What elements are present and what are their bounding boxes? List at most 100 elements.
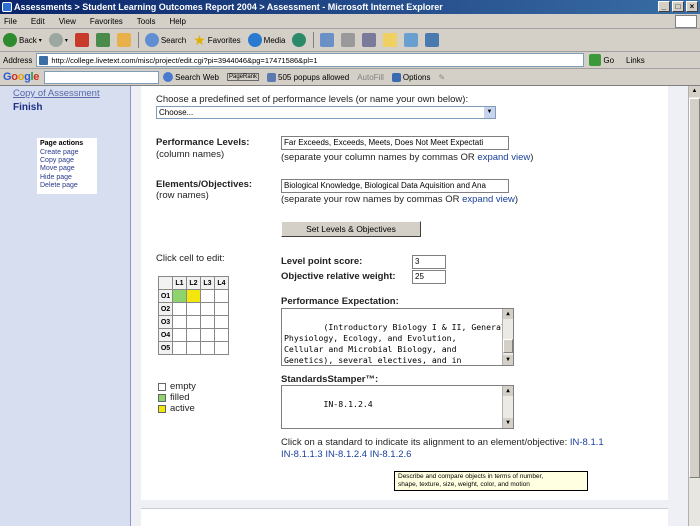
scroll-down-icon[interactable]: ▼ [503, 355, 513, 365]
performance-expectation-textarea[interactable]: (Introductory Biology I & II, General Ph… [281, 308, 514, 366]
filled-swatch [158, 393, 166, 402]
grid-cell[interactable] [214, 341, 229, 355]
standard-link[interactable]: IN-8.1.2.4 [325, 449, 367, 460]
grid-cell[interactable] [200, 328, 215, 342]
move-page-link[interactable]: Move page [40, 165, 94, 173]
finish-link[interactable]: Finish [13, 102, 42, 113]
back-button[interactable]: Back ▾ [3, 33, 42, 47]
scroll-up-icon[interactable]: ▲ [503, 386, 513, 396]
options-icon [391, 72, 401, 82]
google-search-input[interactable] [44, 70, 160, 84]
page-actions-box: Page actions Create page Copy page Move … [37, 138, 97, 194]
scroll-up-icon[interactable]: ▲ [503, 309, 513, 319]
messenger-icon[interactable] [404, 33, 419, 47]
expand-view-link[interactable]: expand view [477, 152, 530, 163]
expand-view-link[interactable]: expand view [462, 194, 515, 205]
grid-cell[interactable] [172, 328, 187, 342]
objective-weight-input[interactable]: 25 [412, 270, 446, 284]
scroll-down-icon[interactable]: ▼ [503, 418, 513, 428]
grid-cell[interactable] [200, 341, 215, 355]
hide-page-link[interactable]: Hide page [40, 174, 94, 182]
menu-favorites[interactable]: Favorites [90, 17, 123, 26]
scroll-thumb[interactable] [689, 98, 700, 478]
scroll-up-icon[interactable]: ▲ [689, 86, 700, 97]
search-button[interactable]: Search [144, 33, 186, 47]
performance-levels-input[interactable]: Far Exceeds, Exceeds, Meets, Does Not Me… [281, 136, 509, 150]
elements-objectives-help: (separate your row names by commas OR ex… [281, 194, 519, 205]
minimize-button[interactable]: _ [658, 1, 670, 12]
popup-blocker-button[interactable]: 505 popups allowed [267, 72, 349, 82]
pagerank-button[interactable]: PageRank [227, 73, 260, 81]
grid-cell-active[interactable] [186, 289, 201, 303]
copy-assessment-link[interactable]: Copy of Assessment [13, 88, 100, 99]
address-input[interactable]: http://college.livetext.com/misc/project… [36, 53, 585, 67]
delete-page-link[interactable]: Delete page [40, 182, 94, 190]
grid-cell[interactable] [200, 302, 215, 316]
pencil-icon[interactable]: ✎ [438, 73, 445, 82]
menu-edit[interactable]: Edit [31, 17, 45, 26]
media-button[interactable]: Media [247, 33, 285, 47]
scroll-thumb[interactable] [503, 339, 513, 353]
set-levels-objectives-button[interactable]: Set Levels & Objectives [281, 221, 421, 237]
search-icon [163, 72, 174, 82]
menu-help[interactable]: Help [169, 17, 185, 26]
grid-cell[interactable] [186, 341, 201, 355]
grid-cell[interactable] [186, 302, 201, 316]
active-swatch [158, 404, 166, 413]
textarea-scrollbar[interactable]: ▲ ▼ [502, 309, 513, 365]
folder-icon[interactable] [383, 33, 398, 47]
print-icon[interactable] [341, 33, 356, 47]
standard-link[interactable]: IN-8.1.1 [570, 437, 604, 448]
google-search-web-button[interactable]: Search Web [163, 72, 219, 82]
standards-stamper-textarea[interactable]: IN-8.1.2.4 ▲ ▼ [281, 385, 514, 429]
level-point-score-input[interactable]: 3 [412, 255, 446, 269]
grid-cell[interactable] [172, 341, 187, 355]
grid-cell[interactable] [172, 315, 187, 329]
options-button[interactable]: Options [391, 72, 430, 82]
menu-tools[interactable]: Tools [137, 17, 156, 26]
standard-link[interactable]: IN-8.1.2.6 [370, 449, 412, 460]
history-icon[interactable] [292, 33, 307, 47]
go-button[interactable]: Go [589, 54, 614, 66]
tools-icon[interactable] [425, 33, 440, 47]
grid-cell[interactable] [214, 328, 229, 342]
grid-cell[interactable] [186, 328, 201, 342]
favorites-label: Favorites [207, 35, 241, 45]
copy-page-link[interactable]: Copy page [40, 157, 94, 165]
forward-button[interactable]: ▾ [48, 33, 68, 47]
mail-icon[interactable] [320, 33, 335, 47]
refresh-icon[interactable] [95, 33, 110, 47]
grid-cell[interactable] [200, 289, 215, 303]
google-logo[interactable]: Google [3, 71, 39, 83]
rubric-editor-panel: Choose a predefined set of performance l… [141, 86, 668, 500]
grid-cell[interactable] [200, 315, 215, 329]
standards-stamper-text: IN-8.1.2.4 [323, 399, 373, 409]
grid-cell[interactable] [214, 315, 229, 329]
stop-icon[interactable] [74, 33, 89, 47]
grid-cell-filled[interactable] [172, 289, 187, 303]
page-icon [39, 55, 49, 65]
chevron-down-icon: ▼ [484, 107, 495, 118]
favorites-button[interactable]: ★ Favorites [193, 32, 240, 49]
grid-cell[interactable] [172, 302, 187, 316]
maximize-button[interactable]: □ [672, 1, 684, 12]
window-title: Assessments > Student Learning Outcomes … [14, 2, 443, 12]
performance-levels-label: Performance Levels: [156, 137, 250, 148]
menu-view[interactable]: View [59, 17, 76, 26]
menu-file[interactable]: File [4, 17, 17, 26]
autofill-button[interactable]: AutoFill [357, 73, 384, 82]
home-icon[interactable] [116, 33, 131, 47]
levels-preset-select[interactable]: Choose... ▼ [156, 106, 496, 119]
close-button[interactable]: × [686, 1, 698, 12]
grid-cell[interactable] [214, 302, 229, 316]
textarea-scrollbar[interactable]: ▲ ▼ [502, 386, 513, 428]
links-button[interactable]: Links [626, 56, 645, 65]
elements-objectives-input[interactable]: Biological Knowledge, Biological Data Aq… [281, 179, 509, 193]
window-scrollbar[interactable]: ▲ [688, 86, 700, 526]
edit-icon[interactable] [362, 33, 377, 47]
standard-link[interactable]: IN-8.1.1.3 [281, 449, 323, 460]
rubric-grid: L1 L2 L3 L4 O1 O2 O3 O4 O5 [158, 276, 229, 355]
create-page-link[interactable]: Create page [40, 149, 94, 157]
grid-cell[interactable] [214, 289, 229, 303]
grid-cell[interactable] [186, 315, 201, 329]
